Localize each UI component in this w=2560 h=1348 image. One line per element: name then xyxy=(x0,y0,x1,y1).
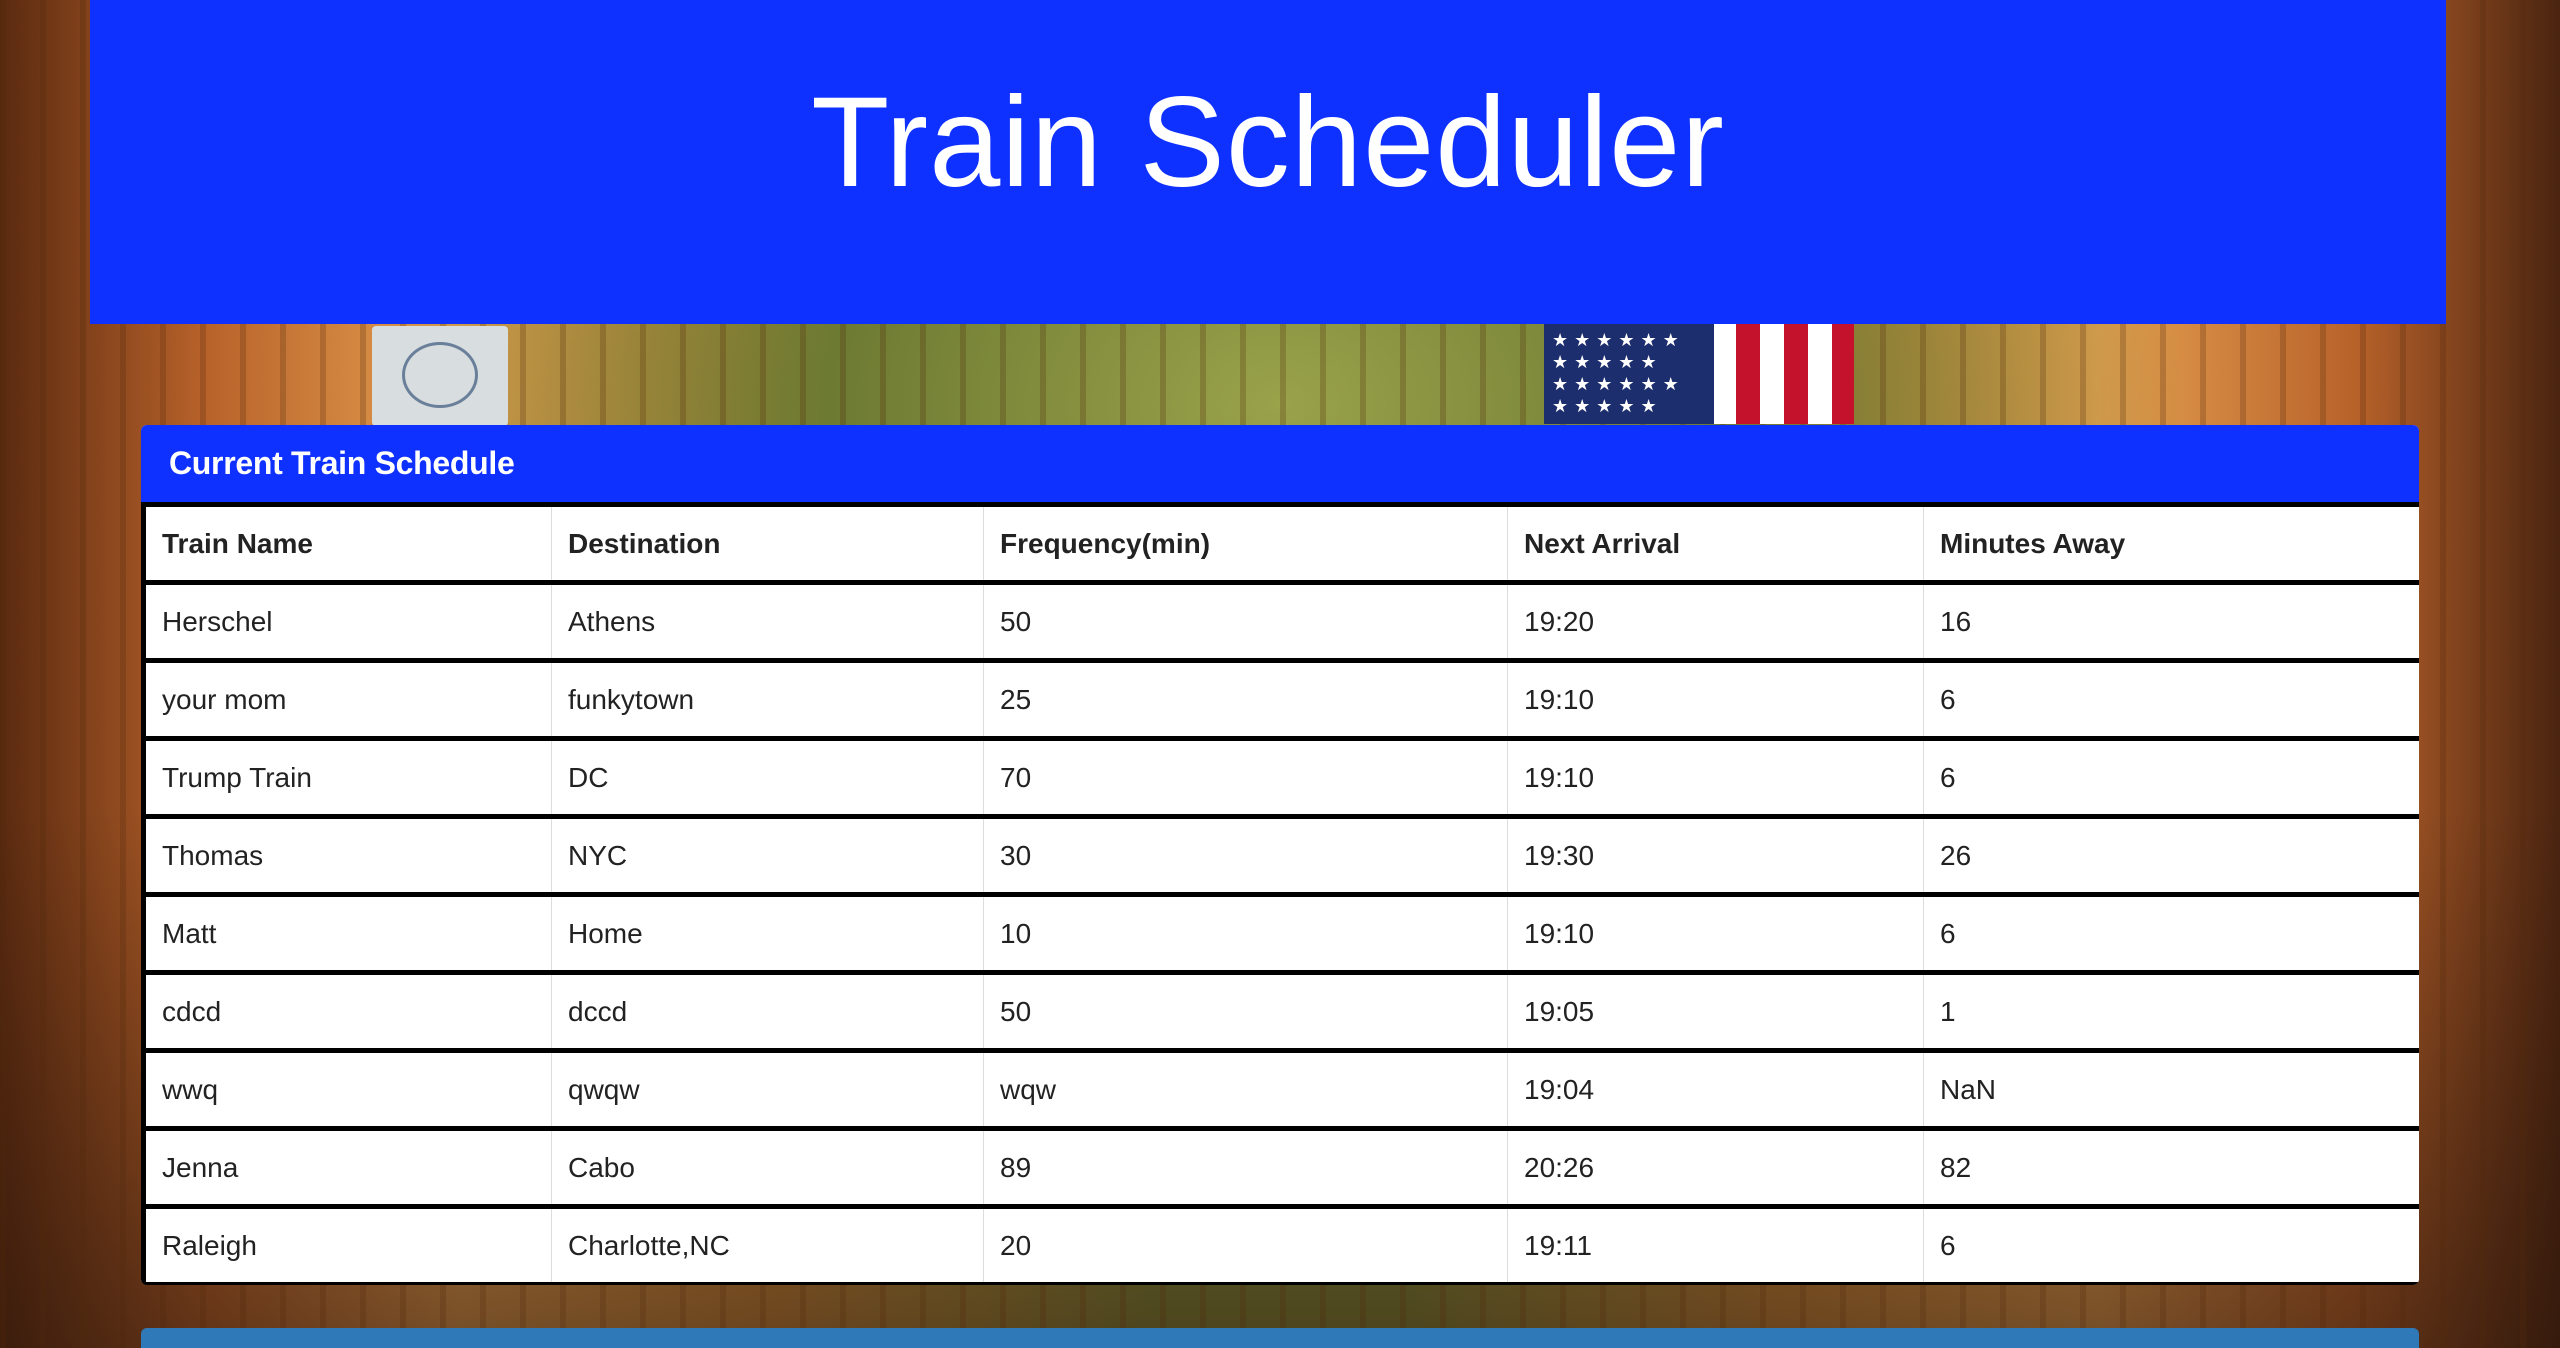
cell-minutes-away: 16 xyxy=(1923,580,2419,663)
table-header-row: Train Name Destination Frequency(min) Ne… xyxy=(141,502,2419,585)
cell-next-arrival: 19:30 xyxy=(1507,814,1924,897)
cell-minutes-away: 82 xyxy=(1923,1126,2419,1209)
column-header-frequency: Frequency(min) xyxy=(983,502,1508,585)
cell-minutes-away: 26 xyxy=(1923,814,2419,897)
cell-minutes-away: 6 xyxy=(1923,1204,2419,1285)
table-row: Trump Train DC 70 19:10 6 xyxy=(141,736,2419,819)
cell-frequency: 30 xyxy=(983,814,1508,897)
cell-destination: dccd xyxy=(551,970,984,1053)
table-row: Herschel Athens 50 19:20 16 xyxy=(141,580,2419,663)
cell-minutes-away: NaN xyxy=(1923,1048,2419,1131)
cell-minutes-away: 6 xyxy=(1923,658,2419,741)
column-header-minutes-away: Minutes Away xyxy=(1923,502,2419,585)
cell-destination: Charlotte,NC xyxy=(551,1204,984,1285)
schedule-table-body: Herschel Athens 50 19:20 16 your mom fun… xyxy=(141,580,2419,1285)
cell-frequency: 50 xyxy=(983,970,1508,1053)
header-jumbotron: Train Scheduler xyxy=(90,0,2446,324)
cell-frequency: 89 xyxy=(983,1126,1508,1209)
table-row: wwq qwqw wqw 19:04 NaN xyxy=(141,1048,2419,1131)
page-title: Train Scheduler xyxy=(811,70,1725,214)
schedule-panel: Current Train Schedule Train Name Destin… xyxy=(141,425,2419,1285)
cell-train-name: Herschel xyxy=(141,580,552,663)
cell-frequency: 70 xyxy=(983,736,1508,819)
cell-train-name: cdcd xyxy=(141,970,552,1053)
schedule-panel-heading: Current Train Schedule xyxy=(141,425,2419,502)
column-header-destination: Destination xyxy=(551,502,984,585)
table-row: Raleigh Charlotte,NC 20 19:11 6 xyxy=(141,1204,2419,1285)
schedule-table: Train Name Destination Frequency(min) Ne… xyxy=(141,502,2419,1285)
cell-frequency: wqw xyxy=(983,1048,1508,1131)
cell-next-arrival: 19:05 xyxy=(1507,970,1924,1053)
cell-frequency: 10 xyxy=(983,892,1508,975)
background-banner-sign xyxy=(372,326,508,426)
cell-next-arrival: 19:10 xyxy=(1507,892,1924,975)
cell-minutes-away: 6 xyxy=(1923,736,2419,819)
cell-minutes-away: 1 xyxy=(1923,970,2419,1053)
cell-destination: Cabo xyxy=(551,1126,984,1209)
cell-train-name: wwq xyxy=(141,1048,552,1131)
cell-next-arrival: 19:20 xyxy=(1507,580,1924,663)
column-header-next-arrival: Next Arrival xyxy=(1507,502,1924,585)
cell-destination: NYC xyxy=(551,814,984,897)
cell-frequency: 25 xyxy=(983,658,1508,741)
cell-next-arrival: 19:10 xyxy=(1507,736,1924,819)
cell-minutes-away: 6 xyxy=(1923,892,2419,975)
column-header-train-name: Train Name xyxy=(141,502,552,585)
cell-destination: DC xyxy=(551,736,984,819)
cell-train-name: Matt xyxy=(141,892,552,975)
cell-destination: funkytown xyxy=(551,658,984,741)
cell-destination: Athens xyxy=(551,580,984,663)
add-train-panel-heading xyxy=(141,1328,2419,1348)
table-row: Matt Home 10 19:10 6 xyxy=(141,892,2419,975)
table-row: your mom funkytown 25 19:10 6 xyxy=(141,658,2419,741)
cell-next-arrival: 19:11 xyxy=(1507,1204,1924,1285)
cell-next-arrival: 19:10 xyxy=(1507,658,1924,741)
cell-next-arrival: 20:26 xyxy=(1507,1126,1924,1209)
table-row: Thomas NYC 30 19:30 26 xyxy=(141,814,2419,897)
cell-destination: Home xyxy=(551,892,984,975)
table-row: cdcd dccd 50 19:05 1 xyxy=(141,970,2419,1053)
cell-next-arrival: 19:04 xyxy=(1507,1048,1924,1131)
cell-train-name: Raleigh xyxy=(141,1204,552,1285)
cell-train-name: Jenna xyxy=(141,1126,552,1209)
cell-frequency: 50 xyxy=(983,580,1508,663)
cell-destination: qwqw xyxy=(551,1048,984,1131)
cell-train-name: Trump Train xyxy=(141,736,552,819)
cell-frequency: 20 xyxy=(983,1204,1508,1285)
background-flag-image: ★★★★★★ ★★★★★ ★★★★★★ ★★★★★ xyxy=(1544,324,1854,424)
table-row: Jenna Cabo 89 20:26 82 xyxy=(141,1126,2419,1209)
cell-train-name: Thomas xyxy=(141,814,552,897)
cell-train-name: your mom xyxy=(141,658,552,741)
